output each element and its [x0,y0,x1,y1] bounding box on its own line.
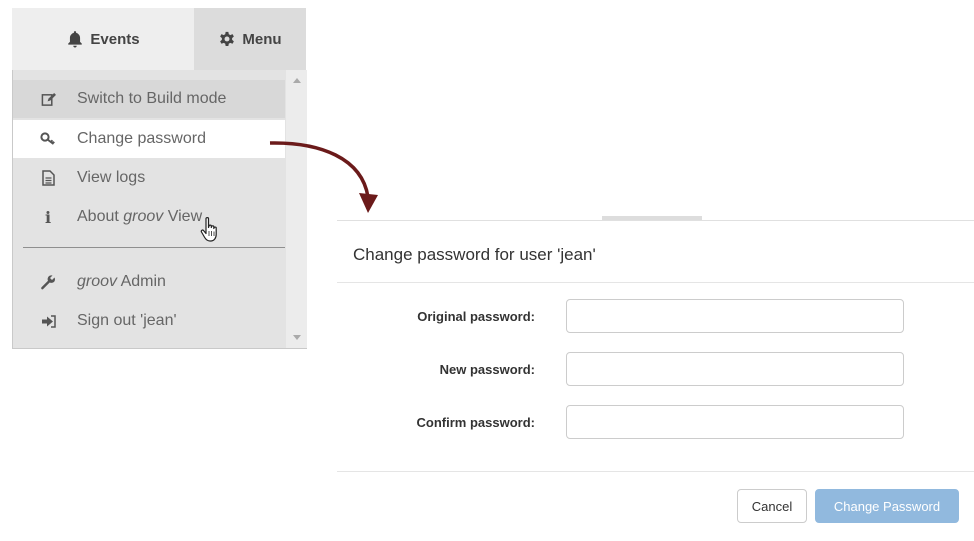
original-password-field[interactable] [566,299,904,333]
menu-item-label: groov Admin [77,273,166,290]
dialog-title: Change password for user 'jean' [353,245,596,264]
sign-out-icon [38,314,58,328]
events-label: Events [90,30,140,48]
menu-item-label: Switch to Build mode [77,90,227,107]
dialog-header-divider [337,282,974,283]
top-bar: Events Menu [12,8,306,70]
gear-icon [220,31,235,46]
new-password-field[interactable] [566,352,904,386]
menu-item-groov-admin[interactable]: groov Admin [13,263,285,301]
menu-item-label: Sign out 'jean' [77,312,177,329]
menu-tab[interactable]: Menu [194,8,306,70]
menu-item-label: About groov View [77,208,203,225]
menu-item-switch-build-mode[interactable]: Switch to Build mode [13,80,285,118]
scroll-up-icon[interactable] [293,78,301,83]
menu-item-label: View logs [77,169,146,186]
hand-cursor-icon [200,217,217,242]
confirm-password-label: Confirm password: [416,415,535,430]
menu-item-view-logs[interactable]: View logs [13,159,285,197]
menu-item-label: Change password [77,130,206,147]
edit-icon [38,92,58,107]
menu-item-change-password[interactable]: Change password [13,120,285,158]
dialog-top-strip [602,216,702,220]
new-password-label: New password: [439,362,535,377]
info-icon: i [44,207,52,227]
change-password-dialog: Change password for user 'jean' Original… [337,216,974,541]
menu-dropdown: Switch to Build mode Change password Vie… [12,70,307,349]
original-password-label: Original password: [417,309,535,324]
bell-icon [68,31,83,48]
confirm-password-field[interactable] [566,405,904,439]
file-icon [38,170,58,186]
dialog-footer-divider [337,471,974,472]
menu-divider [23,247,285,248]
menu-scrollbar[interactable] [286,70,307,348]
menu-item-sign-out[interactable]: Sign out 'jean' [13,302,285,340]
menu-label: Menu [242,30,282,48]
cancel-button[interactable]: Cancel [737,489,807,523]
key-icon [38,132,58,146]
wrench-icon [38,274,58,290]
change-password-button[interactable]: Change Password [815,489,959,523]
scroll-down-icon[interactable] [293,335,301,340]
menu-item-about-groov-view[interactable]: i About groov View [13,198,285,236]
events-tab[interactable]: Events [12,8,194,70]
